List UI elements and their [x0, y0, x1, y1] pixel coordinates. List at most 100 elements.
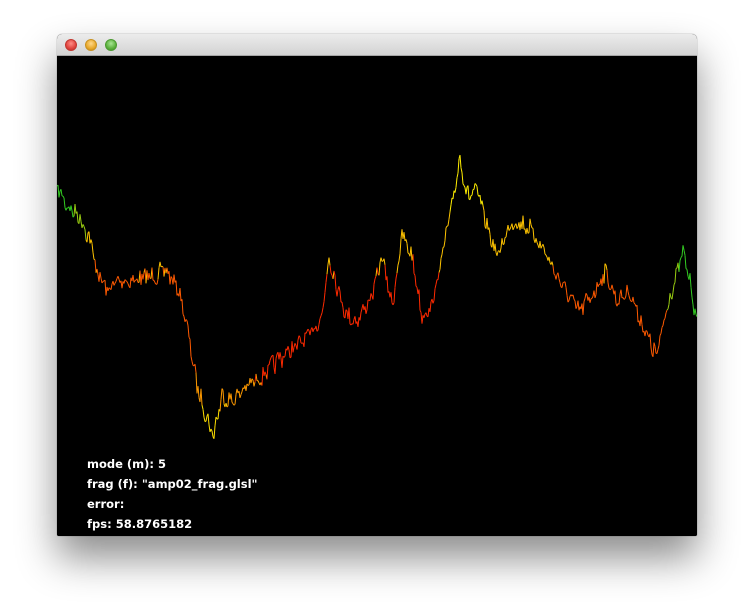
- waveform-segment: [627, 291, 630, 296]
- waveform-segment: [239, 394, 242, 399]
- waveform-segment: [342, 307, 345, 318]
- hud-mode-label: mode (m):: [87, 457, 155, 471]
- waveform-segment: [449, 204, 452, 212]
- waveform-segment: [188, 336, 191, 340]
- waveform-segment: [181, 299, 184, 315]
- waveform-segment: [671, 292, 674, 300]
- waveform-segment: [624, 295, 627, 299]
- app-window: mode (m): 5 frag (f): "amp02_frag.glsl" …: [57, 34, 697, 536]
- waveform-segment: [211, 430, 214, 437]
- waveform-segment: [283, 355, 286, 358]
- minimize-traffic-light-icon[interactable]: [85, 39, 97, 51]
- waveform-segment: [86, 232, 89, 243]
- waveform-segment: [591, 296, 594, 299]
- waveform-segment: [481, 200, 484, 206]
- waveform-segment: [230, 393, 233, 403]
- waveform-segment: [618, 293, 621, 305]
- waveform-segment: [674, 268, 677, 283]
- waveform-segment: [288, 349, 291, 358]
- waveform-segment: [203, 417, 206, 422]
- waveform-segment: [456, 173, 459, 178]
- waveform-segment: [608, 287, 611, 290]
- waveform-segment: [623, 298, 626, 300]
- waveform-segment: [148, 272, 151, 279]
- waveform-segment: [475, 184, 478, 187]
- waveform-segment: [522, 215, 525, 230]
- waveform-segment: [667, 304, 670, 310]
- waveform-segment: [110, 284, 113, 290]
- hud-fps-value: 58.8765182: [115, 517, 193, 531]
- waveform-segment: [284, 348, 287, 357]
- waveform-segment: [439, 258, 442, 270]
- waveform-segment: [511, 223, 514, 230]
- close-traffic-light-icon[interactable]: [65, 39, 77, 51]
- waveform-segment: [503, 237, 506, 245]
- waveform-segment: [614, 290, 617, 304]
- waveform-segment: [195, 372, 198, 394]
- waveform-segment: [217, 409, 220, 420]
- waveform-segment: [354, 316, 357, 324]
- waveform-segment: [305, 331, 308, 334]
- waveform-segment: [429, 301, 432, 312]
- waveform-segment: [660, 327, 663, 334]
- waveform-segment: [372, 284, 375, 300]
- waveform-segment: [321, 307, 324, 314]
- waveform-segment: [303, 332, 306, 347]
- waveform-segment: [646, 331, 649, 336]
- hud-frag-value: "amp02_frag.glsl": [141, 477, 258, 491]
- title-bar[interactable]: [57, 34, 697, 56]
- waveform-segment: [526, 228, 529, 234]
- waveform-segment: [151, 267, 154, 281]
- waveform-segment: [219, 399, 222, 412]
- waveform-segment: [186, 320, 189, 326]
- render-canvas[interactable]: mode (m): 5 frag (f): "amp02_frag.glsl" …: [57, 56, 697, 536]
- waveform-segment: [486, 218, 489, 230]
- waveform-segment: [584, 293, 587, 299]
- waveform-segment: [74, 203, 77, 214]
- waveform-segment: [319, 315, 322, 319]
- waveform-segment: [383, 258, 386, 265]
- waveform-segment: [201, 404, 204, 410]
- waveform-segment: [561, 282, 564, 288]
- maximize-traffic-light-icon[interactable]: [105, 39, 117, 51]
- waveform-segment: [471, 189, 474, 196]
- waveform-segment: [374, 275, 377, 279]
- waveform-segment: [90, 239, 93, 244]
- waveform-segment: [628, 295, 631, 300]
- waveform-segment: [460, 167, 463, 173]
- waveform-segment: [425, 312, 428, 317]
- waveform-segment: [668, 293, 671, 305]
- waveform-segment: [695, 314, 697, 317]
- waveform-segment: [457, 158, 460, 174]
- waveform-segment: [127, 283, 130, 287]
- waveform-segment: [315, 325, 318, 332]
- waveform-segment: [505, 230, 508, 238]
- waveform-segment: [513, 225, 516, 228]
- waveform-segment: [390, 292, 393, 303]
- waveform-segment: [62, 195, 65, 199]
- waveform-segment: [543, 247, 546, 255]
- waveform-segment: [380, 257, 383, 262]
- waveform-segment: [565, 287, 568, 296]
- waveform-segment: [325, 274, 328, 283]
- waveform-segment: [114, 281, 117, 284]
- waveform-segment: [272, 355, 275, 368]
- waveform-segment: [689, 273, 692, 288]
- waveform-segment: [169, 276, 172, 285]
- waveform-segment: [348, 307, 351, 325]
- waveform-segment: [663, 318, 666, 321]
- waveform-segment: [406, 243, 409, 254]
- waveform-segment: [234, 394, 237, 405]
- waveform-segment: [444, 227, 447, 241]
- waveform-segment: [685, 268, 688, 270]
- waveform-segment: [328, 257, 331, 266]
- waveform-segment: [360, 308, 363, 313]
- waveform-segment: [450, 197, 453, 205]
- waveform-segment: [536, 242, 539, 246]
- waveform-segment: [323, 292, 326, 302]
- waveform-segment: [299, 337, 302, 344]
- waveform-segment: [552, 265, 555, 275]
- waveform-segment: [102, 280, 105, 282]
- waveform-segment: [329, 265, 332, 274]
- waveform-segment: [680, 255, 683, 258]
